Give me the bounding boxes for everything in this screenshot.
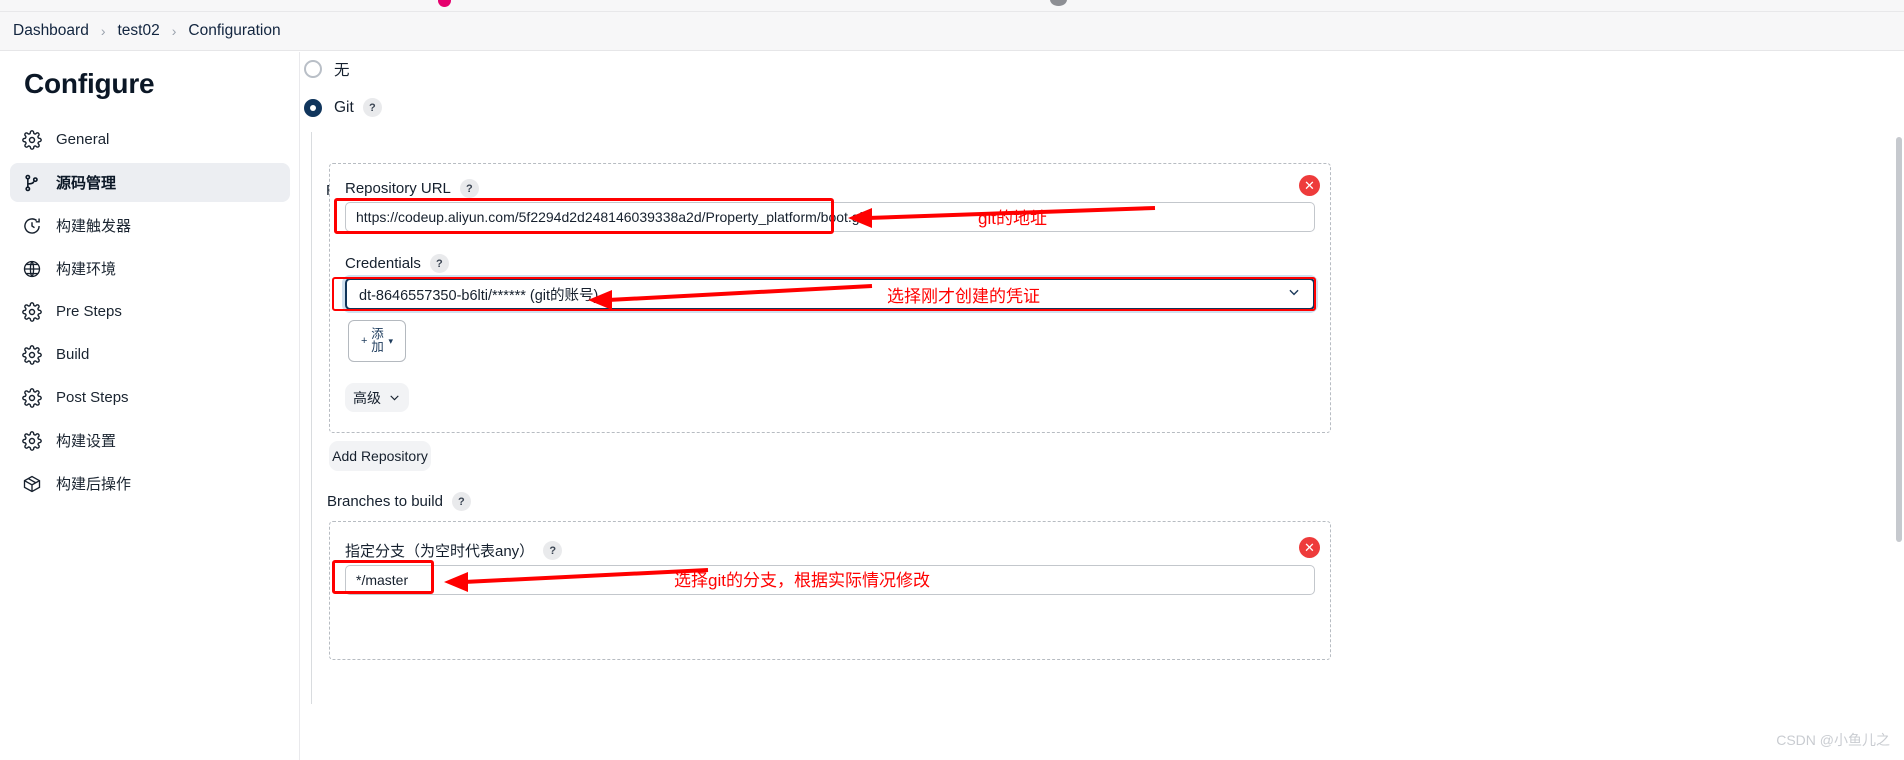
sidebar-item-label: 构建后操作	[56, 476, 132, 493]
radio-circle-icon	[304, 60, 322, 78]
add-credentials-label: 添加	[371, 326, 384, 354]
sidebar-item-post-steps[interactable]: Post Steps	[10, 378, 290, 417]
sidebar-item-label: 构建环境	[56, 261, 117, 278]
help-icon-credentials[interactable]: ?	[429, 254, 449, 273]
sidebar-item-label: Pre Steps	[56, 303, 122, 320]
chevron-down-icon	[1287, 285, 1301, 303]
breadcrumb-separator-icon: ›	[100, 23, 106, 39]
repository-url-value: https://codeup.aliyun.com/5f2294d2d24814…	[356, 209, 867, 225]
sidebar-item-label: 构建触发器	[56, 218, 132, 235]
credentials-select[interactable]: dt-8646557350-b6lti/****** (git的账号)	[345, 278, 1315, 310]
add-credentials-button[interactable]: + 添加 ▾	[348, 320, 406, 362]
app-root: Dashboard › test02 › Configuration Confi…	[0, 0, 1904, 760]
watermark: CSDN @小鱼儿之	[1776, 732, 1890, 748]
repository-url-field-header: Repository URL ?	[345, 179, 479, 198]
add-repository-button[interactable]: Add Repository	[329, 441, 431, 471]
sidebar-item-build[interactable]: Build	[10, 335, 290, 374]
gear-icon	[21, 430, 43, 452]
sidebar-item-label: Post Steps	[56, 389, 129, 406]
avatar-dot-icon	[1050, 0, 1067, 6]
breadcrumb-item-configuration[interactable]: Configuration	[188, 22, 280, 40]
sidebar-item-source-code-management[interactable]: 源码管理	[10, 163, 290, 202]
page-title: Configure	[24, 68, 155, 99]
delete-branch-button[interactable]: ✕	[1299, 537, 1320, 558]
clock-icon	[21, 215, 43, 237]
annotation-text-credentials: 选择刚才创建的凭证	[887, 287, 1040, 306]
notification-dot-icon	[438, 0, 451, 7]
browser-top-strip	[0, 0, 1904, 12]
sidebar-item-general[interactable]: General	[10, 120, 290, 159]
repository-url-label: Repository URL	[345, 180, 451, 197]
plus-icon: +	[361, 335, 368, 347]
scm-config-panel: 无 Git ? Repositories ? ✕ Repository URL …	[300, 52, 1904, 760]
sidebar-nav-list: General 源码管理 构建触发器 构建环境 Pre Steps Build …	[0, 120, 300, 507]
annotation-text-branch: 选择git的分支，根据实际情况修改	[674, 571, 930, 590]
branch-icon	[21, 172, 43, 194]
gear-icon	[21, 301, 43, 323]
scrollbar-thumb[interactable]	[1896, 137, 1902, 542]
radio-label-none: 无	[334, 62, 350, 79]
radio-option-none[interactable]: 无	[304, 58, 350, 80]
branches-to-build-label: Branches to build	[327, 493, 443, 510]
breadcrumb-item-test02[interactable]: test02	[118, 22, 160, 40]
help-icon-branches[interactable]: ?	[451, 492, 471, 511]
advanced-label: 高级	[353, 389, 381, 406]
sidebar-item-build-triggers[interactable]: 构建触发器	[10, 206, 290, 245]
git-section-rule	[311, 132, 312, 704]
help-icon-branch-spec[interactable]: ?	[543, 541, 563, 560]
sidebar-item-build-settings[interactable]: 构建设置	[10, 421, 290, 460]
sidebar-item-label: 源码管理	[56, 175, 117, 192]
gear-icon	[21, 344, 43, 366]
breadcrumb-separator-icon: ›	[171, 23, 177, 39]
sidebar-item-label: General	[56, 131, 110, 148]
radio-option-git[interactable]: Git ?	[304, 98, 382, 117]
gear-icon	[21, 387, 43, 409]
advanced-button[interactable]: 高级	[345, 383, 409, 412]
credentials-field-header: Credentials ?	[345, 254, 449, 273]
credentials-selected-value: dt-8646557350-b6lti/****** (git的账号)	[359, 287, 599, 304]
help-icon-repository-url[interactable]: ?	[459, 179, 479, 198]
breadcrumb-item-dashboard[interactable]: Dashboard	[13, 22, 89, 40]
branch-spec-value: */master	[356, 572, 409, 588]
add-repository-label: Add Repository	[332, 448, 428, 464]
sidebar-item-label: 构建设置	[56, 433, 117, 450]
annotation-text-repository-url: git的地址	[978, 209, 1047, 228]
breadcrumb: Dashboard › test02 › Configuration	[0, 12, 1904, 51]
radio-circle-icon	[304, 98, 322, 117]
box-icon	[21, 473, 43, 495]
radio-label-git: Git	[334, 98, 354, 116]
page-scrollbar[interactable]	[1894, 52, 1904, 760]
gear-icon	[21, 129, 43, 151]
sidebar-item-build-environment[interactable]: 构建环境	[10, 249, 290, 288]
sidebar-item-post-build-actions[interactable]: 构建后操作	[10, 464, 290, 503]
caret-down-icon: ▾	[388, 335, 393, 346]
branch-spec-label: 指定分支（为空时代表any）	[345, 543, 535, 560]
sidebar: Configure General 源码管理 构建触发器 构建环境 Pre St…	[0, 52, 300, 760]
sidebar-item-pre-steps[interactable]: Pre Steps	[10, 292, 290, 331]
branch-spec-field-header: 指定分支（为空时代表any） ?	[345, 540, 563, 561]
repository-url-input[interactable]: https://codeup.aliyun.com/5f2294d2d24814…	[345, 202, 1315, 232]
delete-repository-button[interactable]: ✕	[1299, 175, 1320, 196]
branches-to-build-header: Branches to build ?	[327, 492, 471, 511]
chevron-down-icon	[388, 391, 401, 404]
globe-icon	[21, 258, 43, 280]
sidebar-item-label: Build	[56, 346, 90, 363]
help-icon-git[interactable]: ?	[362, 98, 382, 117]
credentials-label: Credentials	[345, 255, 421, 272]
